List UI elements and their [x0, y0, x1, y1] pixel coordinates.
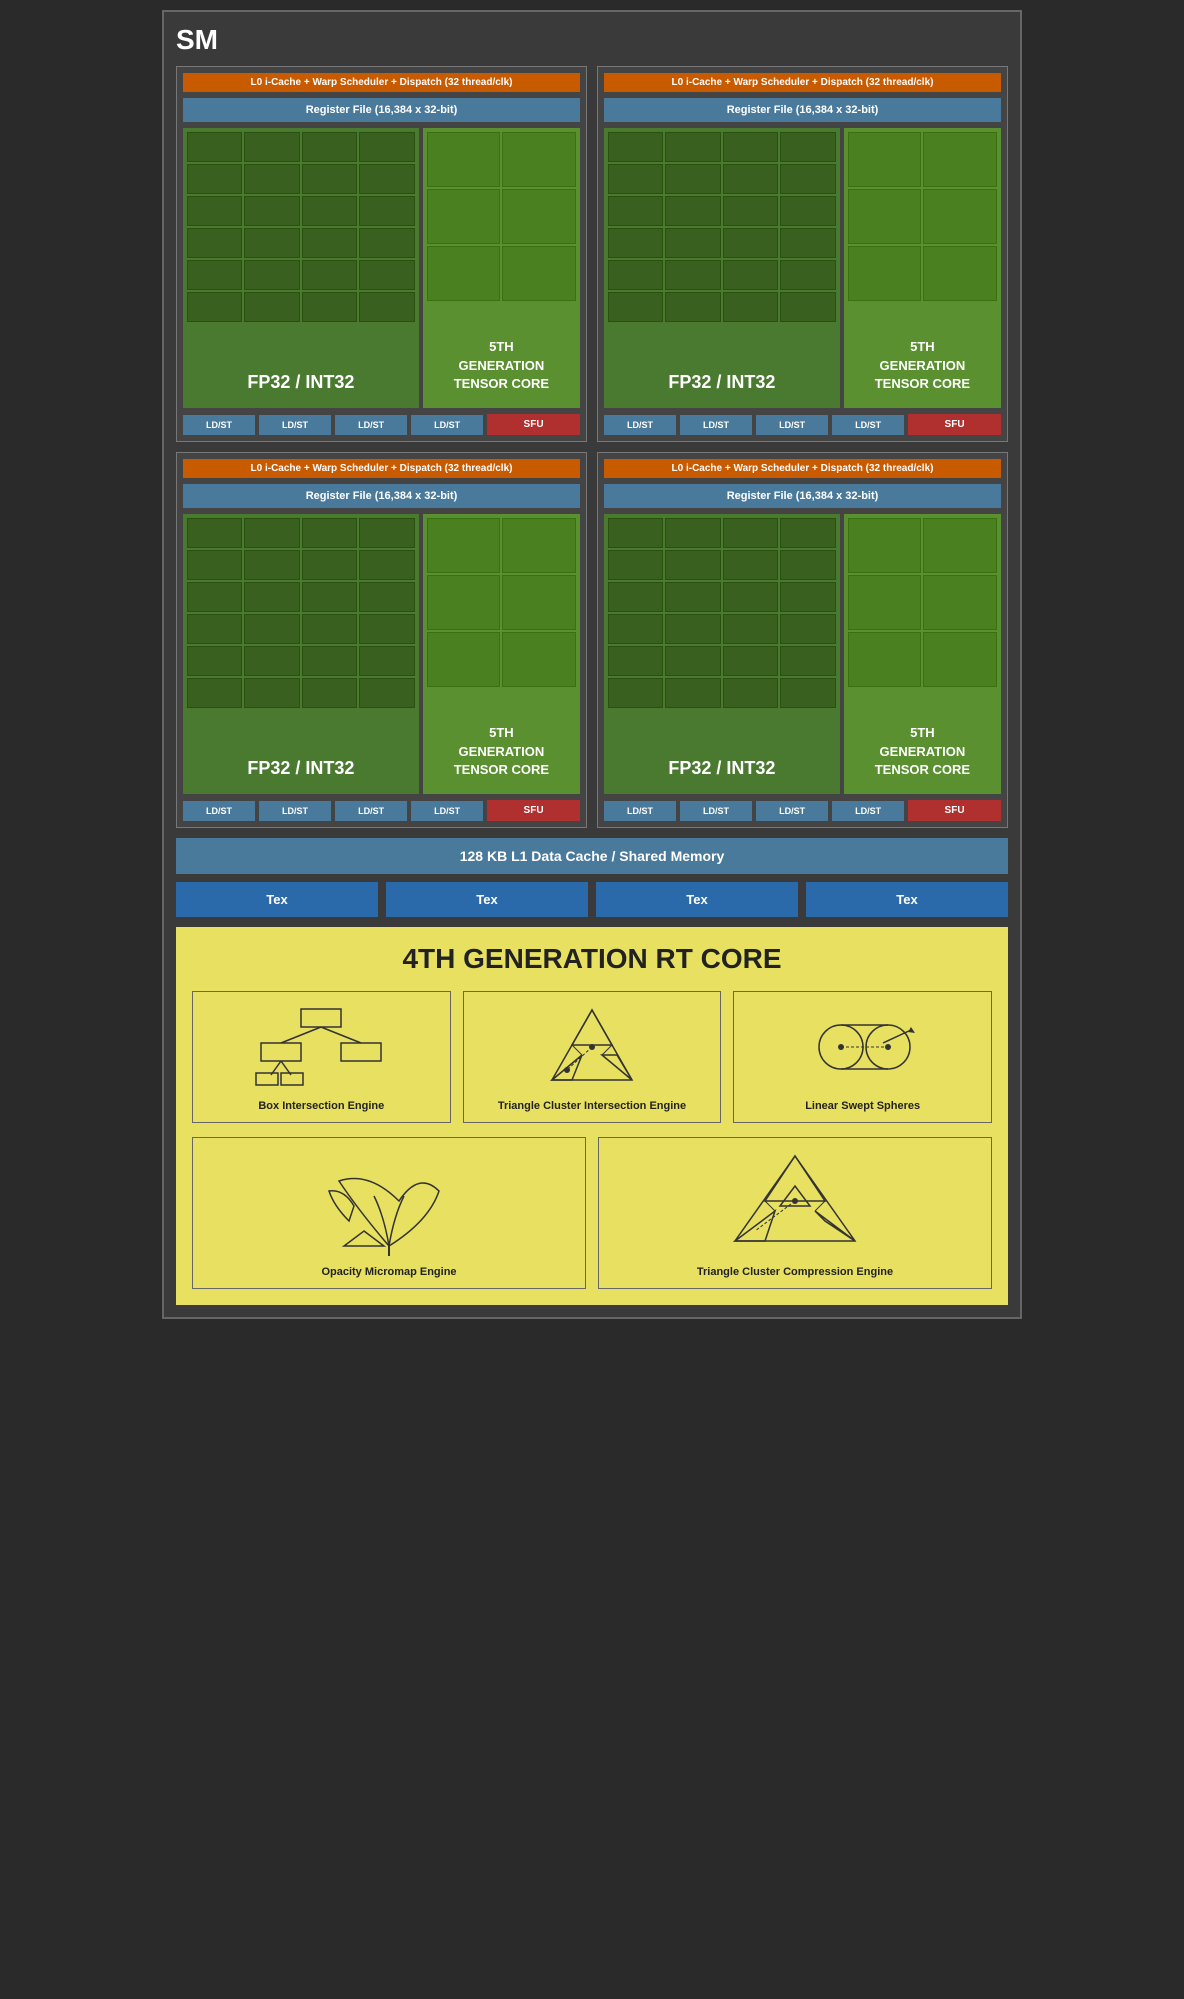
- fp32-area-1: FP32 / INT32: [183, 128, 419, 408]
- opacity-micromap-icon: [203, 1148, 575, 1258]
- tensor-area-3: 5THGENERATIONTENSOR CORE: [423, 514, 580, 794]
- ldst-7: LD/ST: [756, 415, 828, 435]
- warp-scheduler-4: L0 i-Cache + Warp Scheduler + Dispatch (…: [604, 459, 1001, 478]
- compute-area-3: FP32 / INT32 5THGENERATIONTENSOR CORE: [183, 514, 580, 794]
- warp-scheduler-1: L0 i-Cache + Warp Scheduler + Dispatch (…: [183, 73, 580, 92]
- ldst-4: LD/ST: [411, 415, 483, 435]
- rt-engines-row2: Opacity Micromap Engine: [192, 1137, 992, 1289]
- warp-scheduler-3: L0 i-Cache + Warp Scheduler + Dispatch (…: [183, 459, 580, 478]
- ldst-9: LD/ST: [183, 801, 255, 821]
- fp32-area-2: FP32 / INT32: [604, 128, 840, 408]
- rt-core-title: 4TH GENERATION RT CORE: [192, 943, 992, 975]
- triangle-cluster-compression-label: Triangle Cluster Compression Engine: [609, 1266, 981, 1278]
- tensor-area-4: 5THGENERATIONTENSOR CORE: [844, 514, 1001, 794]
- linear-swept-spheres-icon: [744, 1002, 981, 1092]
- ldst-15: LD/ST: [756, 801, 828, 821]
- quadrant-4: L0 i-Cache + Warp Scheduler + Dispatch (…: [597, 452, 1008, 828]
- register-file-4: Register File (16,384 x 32-bit): [604, 484, 1001, 508]
- tensor-label-2: 5THGENERATIONTENSOR CORE: [844, 338, 1001, 393]
- ldst-16: LD/ST: [832, 801, 904, 821]
- sfu-1: SFU: [487, 414, 580, 435]
- quadrant-grid: L0 i-Cache + Warp Scheduler + Dispatch (…: [176, 66, 1008, 828]
- tex-4: Tex: [806, 882, 1008, 917]
- quadrant-1: L0 i-Cache + Warp Scheduler + Dispatch (…: [176, 66, 587, 442]
- quadrant-3: L0 i-Cache + Warp Scheduler + Dispatch (…: [176, 452, 587, 828]
- fp32-label-4: FP32 / INT32: [604, 758, 840, 779]
- ldst-14: LD/ST: [680, 801, 752, 821]
- fp32-label-1: FP32 / INT32: [183, 372, 419, 393]
- triangle-cluster-compression-icon: [609, 1148, 981, 1258]
- box-intersection-icon: [203, 1002, 440, 1092]
- ldst-1: LD/ST: [183, 415, 255, 435]
- tex-3: Tex: [596, 882, 798, 917]
- ldst-8: LD/ST: [832, 415, 904, 435]
- register-file-1: Register File (16,384 x 32-bit): [183, 98, 580, 122]
- tex-1: Tex: [176, 882, 378, 917]
- fp32-label-2: FP32 / INT32: [604, 372, 840, 393]
- bottom-row-4: LD/ST LD/ST LD/ST LD/ST SFU: [604, 800, 1001, 821]
- tensor-label-4: 5THGENERATIONTENSOR CORE: [844, 724, 1001, 779]
- warp-scheduler-2: L0 i-Cache + Warp Scheduler + Dispatch (…: [604, 73, 1001, 92]
- register-file-3: Register File (16,384 x 32-bit): [183, 484, 580, 508]
- compute-area-4: FP32 / INT32 5THGENERATIONTENSOR CORE: [604, 514, 1001, 794]
- bottom-row-2: LD/ST LD/ST LD/ST LD/ST SFU: [604, 414, 1001, 435]
- l1-cache: 128 KB L1 Data Cache / Shared Memory: [176, 838, 1008, 874]
- rt-engines-row1: Box Intersection Engine: [192, 991, 992, 1123]
- tensor-area-2: 5THGENERATIONTENSOR CORE: [844, 128, 1001, 408]
- linear-swept-spheres-engine: Linear Swept Spheres: [733, 991, 992, 1123]
- sm-container: SM L0 i-Cache + Warp Scheduler + Dispatc…: [162, 10, 1022, 1319]
- fp32-area-3: FP32 / INT32: [183, 514, 419, 794]
- bottom-row-1: LD/ST LD/ST LD/ST LD/ST SFU: [183, 414, 580, 435]
- fp32-area-4: FP32 / INT32: [604, 514, 840, 794]
- ldst-3: LD/ST: [335, 415, 407, 435]
- ldst-13: LD/ST: [604, 801, 676, 821]
- quadrant-2: L0 i-Cache + Warp Scheduler + Dispatch (…: [597, 66, 1008, 442]
- linear-swept-spheres-label: Linear Swept Spheres: [744, 1100, 981, 1112]
- bottom-row-3: LD/ST LD/ST LD/ST LD/ST SFU: [183, 800, 580, 821]
- triangle-cluster-label: Triangle Cluster Intersection Engine: [474, 1100, 711, 1112]
- sfu-2: SFU: [908, 414, 1001, 435]
- box-intersection-label: Box Intersection Engine: [203, 1100, 440, 1112]
- fp32-label-3: FP32 / INT32: [183, 758, 419, 779]
- sfu-3: SFU: [487, 800, 580, 821]
- ldst-5: LD/ST: [604, 415, 676, 435]
- register-file-2: Register File (16,384 x 32-bit): [604, 98, 1001, 122]
- opacity-micromap-label: Opacity Micromap Engine: [203, 1266, 575, 1278]
- tex-row: Tex Tex Tex Tex: [176, 882, 1008, 917]
- rt-core-container: 4TH GENERATION RT CORE: [176, 927, 1008, 1305]
- triangle-cluster-icon: [474, 1002, 711, 1092]
- triangle-cluster-compression-engine: Triangle Cluster Compression Engine: [598, 1137, 992, 1289]
- ldst-11: LD/ST: [335, 801, 407, 821]
- sm-title: SM: [176, 24, 1008, 56]
- box-intersection-engine: Box Intersection Engine: [192, 991, 451, 1123]
- tensor-area-1: 5THGENERATIONTENSOR CORE: [423, 128, 580, 408]
- opacity-micromap-engine: Opacity Micromap Engine: [192, 1137, 586, 1289]
- tensor-label-3: 5THGENERATIONTENSOR CORE: [423, 724, 580, 779]
- sfu-4: SFU: [908, 800, 1001, 821]
- compute-area-2: FP32 / INT32 5THGENERATIONTENSOR CORE: [604, 128, 1001, 408]
- ldst-10: LD/ST: [259, 801, 331, 821]
- compute-area-1: FP32 / INT32 5THGENERATIONTENSOR CORE: [183, 128, 580, 408]
- ldst-2: LD/ST: [259, 415, 331, 435]
- triangle-cluster-engine: Triangle Cluster Intersection Engine: [463, 991, 722, 1123]
- tex-2: Tex: [386, 882, 588, 917]
- ldst-6: LD/ST: [680, 415, 752, 435]
- ldst-12: LD/ST: [411, 801, 483, 821]
- tensor-label-1: 5THGENERATIONTENSOR CORE: [423, 338, 580, 393]
